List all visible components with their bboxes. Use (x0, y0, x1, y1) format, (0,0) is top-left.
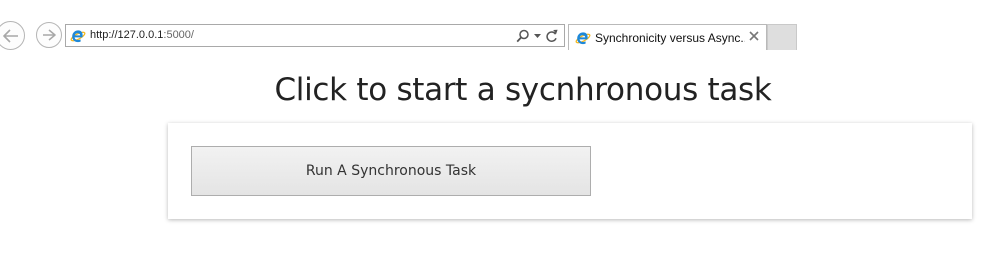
browser-toolbar: http://127.0.0.1:5000/ Synchronicity ver… (0, 0, 984, 52)
close-icon[interactable] (748, 30, 760, 42)
ie-logo-icon (575, 32, 591, 45)
url-text: http://127.0.0.1:5000/ (90, 29, 194, 41)
back-button[interactable] (0, 21, 25, 50)
new-tab-button[interactable] (767, 24, 797, 50)
ie-logo-icon (70, 30, 86, 43)
url-host: http://127.0.0.1 (90, 29, 164, 41)
page-heading: Click to start a sycnhronous task (274, 72, 772, 108)
address-bar-tools (516, 28, 558, 44)
address-bar[interactable]: http://127.0.0.1:5000/ (65, 24, 565, 47)
task-card: Run A Synchronous Task (168, 123, 972, 219)
run-synchronous-task-button[interactable]: Run A Synchronous Task (191, 146, 591, 196)
chevron-down-icon[interactable] (534, 33, 541, 39)
forward-button[interactable] (36, 22, 62, 48)
search-icon[interactable] (516, 29, 530, 43)
browser-tab-active[interactable]: Synchronicity versus Async... (568, 24, 767, 50)
url-path: :5000/ (163, 29, 194, 41)
refresh-icon[interactable] (545, 29, 558, 43)
browser-window: http://127.0.0.1:5000/ Synchronicity ver… (0, 0, 984, 262)
forward-arrow-icon (43, 29, 56, 41)
tab-title: Synchronicity versus Async... (595, 31, 745, 45)
back-arrow-icon (2, 28, 18, 43)
